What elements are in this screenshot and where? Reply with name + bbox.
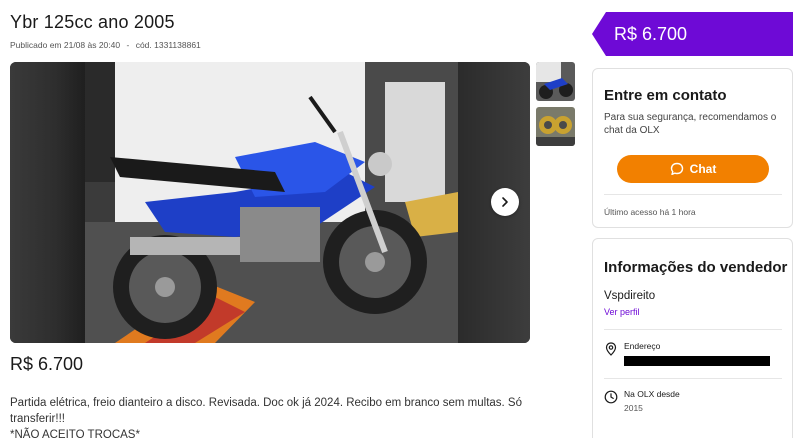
motorcycle-photo [85, 62, 458, 343]
description-text: Partida elétrica, freio dianteiro a disc… [10, 397, 523, 425]
photo-gallery[interactable] [10, 62, 530, 343]
thumbnail-2[interactable] [536, 107, 575, 146]
thumbnail-2-image [536, 107, 575, 146]
chat-button-label: Chat [689, 162, 717, 176]
since-value: 2015 [624, 403, 643, 413]
contact-divider [604, 194, 782, 195]
thumbnail-1-image [536, 62, 575, 101]
contact-subtitle: Para sua segurança, recomendamos o chat … [604, 112, 777, 136]
chat-bubble-icon [670, 162, 683, 175]
contact-card: Entre em contato Para sua segurança, rec… [592, 68, 793, 228]
listing-price: R$ 6.700 [10, 354, 84, 374]
view-profile-link[interactable]: Ver perfil [604, 307, 640, 317]
last-access: Último acesso há 1 hora [604, 207, 696, 217]
published-date: Publicado em 21/08 às 20:40 [10, 40, 121, 50]
listing-meta: Publicado em 21/08 às 20:40 - cód. 13311… [10, 40, 205, 50]
seller-name: Vspdireito [604, 290, 656, 302]
chat-button[interactable]: Chat [617, 155, 769, 183]
seller-divider-1 [604, 329, 782, 330]
address-redacted [624, 356, 770, 366]
thumbnail-1[interactable] [536, 62, 575, 101]
since-label: Na OLX desde [624, 389, 680, 399]
listing-code: cód. 1331138861 [135, 40, 201, 50]
map-pin-icon [605, 342, 617, 356]
gallery-blur-left [10, 62, 85, 343]
chevron-right-icon [502, 197, 508, 207]
price-tag: R$ 6.700 [592, 12, 793, 56]
clock-icon [604, 390, 618, 404]
seller-heading: Informações do vendedor [604, 259, 788, 276]
contact-heading: Entre em contato [604, 87, 727, 104]
address-label: Endereço [624, 341, 661, 351]
listing-title: Ybr 125cc ano 2005 [10, 12, 175, 32]
listing-description: Partida elétrica, freio dianteiro a disc… [10, 395, 580, 438]
next-photo-button[interactable] [491, 188, 519, 216]
seller-divider-2 [604, 378, 782, 379]
description-no-trades: *NÃO ACEITO TROCAS* [10, 429, 140, 438]
seller-card: Informações do vendedor Vspdireito Ver p… [592, 238, 793, 438]
meta-separator: - [126, 40, 130, 50]
